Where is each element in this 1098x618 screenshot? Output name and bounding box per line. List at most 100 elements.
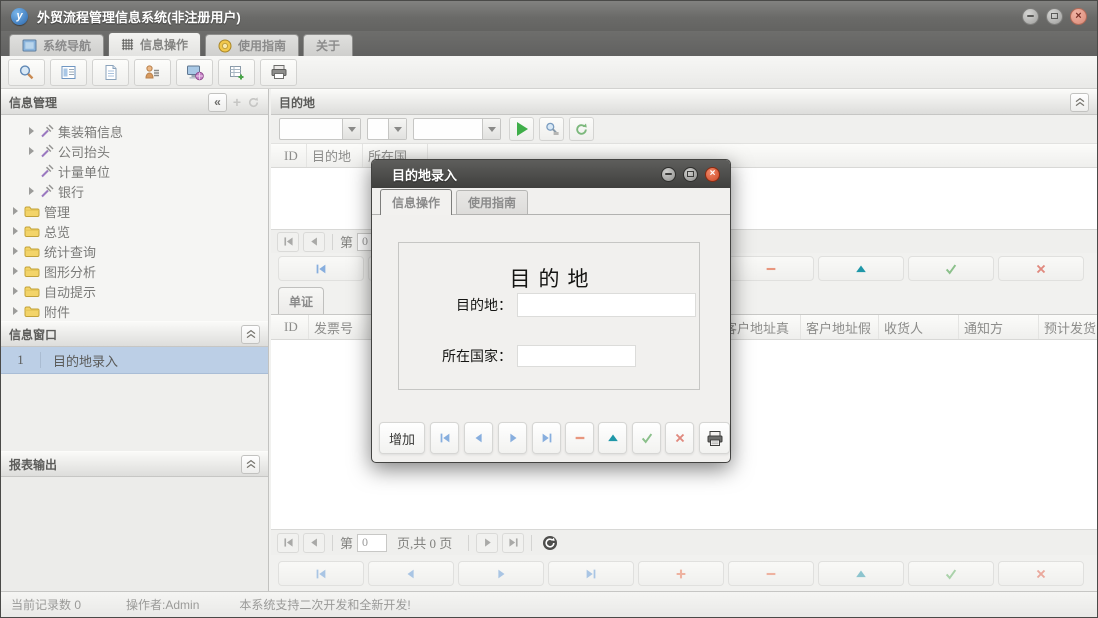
- refresh-tree-button[interactable]: [247, 96, 260, 109]
- last-record-button[interactable]: [548, 561, 634, 586]
- add-node-button[interactable]: +: [230, 94, 244, 110]
- monitor-tool-button[interactable]: [176, 59, 213, 86]
- tree-item-attachment[interactable]: 附件: [1, 301, 268, 321]
- user-tool-button[interactable]: [134, 59, 171, 86]
- refresh-icon: [542, 535, 558, 551]
- cancel-record-button[interactable]: [998, 256, 1084, 281]
- page-number-input[interactable]: [357, 534, 387, 552]
- edit-record-button[interactable]: [818, 561, 904, 586]
- expand-arrow-icon[interactable]: [29, 187, 34, 195]
- expand-arrow-icon[interactable]: [13, 267, 18, 275]
- search-operator-combo[interactable]: [367, 118, 407, 140]
- dialog-minimize-button[interactable]: [661, 167, 676, 182]
- column-header-customer-addr-fake[interactable]: 客户地址假: [801, 315, 879, 339]
- advanced-search-button[interactable]: [539, 117, 564, 141]
- prev-record-button[interactable]: [464, 422, 493, 454]
- first-record-button[interactable]: [278, 256, 364, 281]
- first-page-button[interactable]: [277, 232, 299, 252]
- collapse-sidebar-button[interactable]: «: [208, 93, 227, 112]
- expand-arrow-icon[interactable]: [13, 287, 18, 295]
- dialog-titlebar[interactable]: 目的地录入 ×: [372, 160, 730, 188]
- prev-page-button[interactable]: [303, 232, 325, 252]
- combo-dropdown-button[interactable]: [482, 119, 500, 139]
- document-tool-button[interactable]: [92, 59, 129, 86]
- search-value-combo[interactable]: [413, 118, 501, 140]
- save-record-button[interactable]: [632, 422, 661, 454]
- expand-arrow-icon[interactable]: [29, 147, 34, 155]
- edit-record-button[interactable]: [818, 256, 904, 281]
- delete-record-button[interactable]: [728, 561, 814, 586]
- tree-item-graph-analysis[interactable]: 图形分析: [1, 261, 268, 281]
- add-record-button[interactable]: [638, 561, 724, 586]
- prev-record-button[interactable]: [368, 561, 454, 586]
- tree-item-overview[interactable]: 总览: [1, 221, 268, 241]
- tree-item-unit[interactable]: 计量单位: [1, 161, 268, 181]
- refresh-grid-button[interactable]: [569, 117, 594, 141]
- column-header-notify-party[interactable]: 通知方: [959, 315, 1039, 339]
- dialog-close-button[interactable]: ×: [705, 167, 720, 182]
- tree-item-company-header[interactable]: 公司抬头: [1, 141, 268, 161]
- delete-record-button[interactable]: [565, 422, 594, 454]
- tab-documents[interactable]: 单证: [278, 287, 324, 314]
- tab-system-nav[interactable]: 系统导航: [9, 34, 104, 56]
- maximize-button[interactable]: [1046, 8, 1063, 25]
- next-record-button[interactable]: [498, 422, 527, 454]
- first-record-button[interactable]: [430, 422, 459, 454]
- combo-dropdown-button[interactable]: [388, 119, 406, 139]
- column-header-customer-addr-real[interactable]: 客户地址真: [719, 315, 801, 339]
- save-record-button[interactable]: [908, 561, 994, 586]
- first-record-button[interactable]: [278, 561, 364, 586]
- form-tool-button[interactable]: [50, 59, 87, 86]
- tree-item-bank[interactable]: 银行: [1, 181, 268, 201]
- cancel-record-button[interactable]: [665, 422, 694, 454]
- dialog-tab-info-operation[interactable]: 信息操作: [380, 189, 452, 215]
- next-page-button[interactable]: [476, 533, 498, 553]
- tree-item-auto-prompt[interactable]: 自动提示: [1, 281, 268, 301]
- table-add-tool-button[interactable]: [218, 59, 255, 86]
- tab-info-operation[interactable]: 信息操作: [108, 32, 201, 56]
- expand-arrow-icon[interactable]: [13, 207, 18, 215]
- search-field-combo[interactable]: [279, 118, 361, 140]
- expand-arrow-icon[interactable]: [29, 127, 34, 135]
- tree-item-management[interactable]: 管理: [1, 201, 268, 221]
- last-page-button[interactable]: [502, 533, 524, 553]
- next-record-button[interactable]: [458, 561, 544, 586]
- delete-record-button[interactable]: [728, 256, 814, 281]
- print-button[interactable]: [699, 422, 730, 454]
- collapse-info-window-button[interactable]: [241, 325, 260, 344]
- add-button[interactable]: 增加: [379, 422, 425, 454]
- save-record-button[interactable]: [908, 256, 994, 281]
- tree-item-stats-query[interactable]: 统计查询: [1, 241, 268, 261]
- edit-record-button[interactable]: [598, 422, 627, 454]
- collapse-destination-panel-button[interactable]: [1070, 93, 1089, 112]
- column-header-est-shipment[interactable]: 预计发货: [1039, 315, 1098, 339]
- refresh-page-button[interactable]: [539, 533, 561, 553]
- expand-arrow-icon[interactable]: [13, 227, 18, 235]
- search-tool-button[interactable]: [8, 59, 45, 86]
- run-query-button[interactable]: [509, 117, 534, 141]
- info-window-item-destination[interactable]: 1 目的地录入: [1, 347, 268, 374]
- tab-about[interactable]: 关于: [303, 34, 353, 56]
- expand-arrow-icon[interactable]: [13, 247, 18, 255]
- minimize-button[interactable]: [1022, 8, 1039, 25]
- column-header-destination[interactable]: 目的地: [307, 144, 363, 167]
- dialog-maximize-button[interactable]: [683, 167, 698, 182]
- combo-dropdown-button[interactable]: [342, 119, 360, 139]
- chevron-up-double-icon: [1075, 97, 1085, 107]
- column-header-id[interactable]: ID: [279, 315, 309, 339]
- last-record-button[interactable]: [532, 422, 561, 454]
- column-header-consignee[interactable]: 收货人: [879, 315, 959, 339]
- cancel-record-button[interactable]: [998, 561, 1084, 586]
- close-button[interactable]: ×: [1070, 8, 1087, 25]
- first-page-button[interactable]: [277, 533, 299, 553]
- collapse-report-output-button[interactable]: [241, 455, 260, 474]
- dialog-tab-user-guide[interactable]: 使用指南: [456, 190, 528, 214]
- tab-user-guide[interactable]: 使用指南: [205, 34, 299, 56]
- destination-input[interactable]: [517, 293, 696, 317]
- column-header-id[interactable]: ID: [279, 144, 307, 167]
- expand-arrow-icon[interactable]: [13, 307, 18, 315]
- tree-item-container-info[interactable]: 集装箱信息: [1, 121, 268, 141]
- country-input[interactable]: [517, 345, 636, 367]
- printer-tool-button[interactable]: [260, 59, 297, 86]
- prev-page-button[interactable]: [303, 533, 325, 553]
